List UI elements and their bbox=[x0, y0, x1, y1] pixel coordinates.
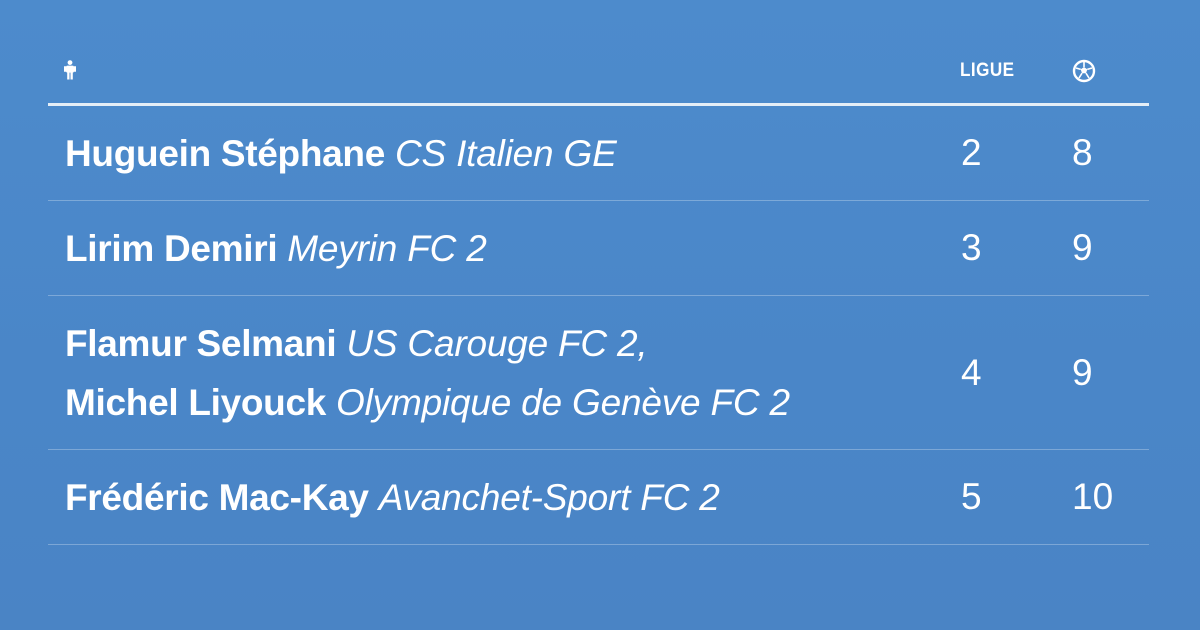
table-row: Lirim Demiri Meyrin FC 2 3 9 bbox=[48, 201, 1149, 296]
table-header: LIGUE bbox=[48, 40, 1149, 106]
players-cell: Lirim Demiri Meyrin FC 2 bbox=[65, 201, 487, 295]
player-name: Lirim Demiri bbox=[65, 227, 278, 269]
table-row: Frédéric Mac-Kay Avanchet-Sport FC 2 5 10 bbox=[48, 450, 1149, 545]
player-name: Michel Liyouck bbox=[65, 381, 327, 423]
player-club: CS Italien GE bbox=[395, 132, 617, 174]
player-name: Flamur Selmani bbox=[65, 322, 337, 364]
player-club: Avanchet-Sport FC 2 bbox=[378, 476, 720, 518]
player-line: Michel Liyouck Olympique de Genève FC 2 bbox=[65, 373, 790, 432]
goals-value: 9 bbox=[1072, 351, 1093, 393]
player-club: US Carouge FC 2, bbox=[346, 322, 648, 364]
table-row: Flamur Selmani US Carouge FC 2, Michel Li… bbox=[48, 296, 1149, 450]
ligue-value: 3 bbox=[961, 227, 982, 268]
table-row: Huguein Stéphane CS Italien GE 2 8 bbox=[48, 106, 1149, 201]
ligue-column-header: LIGUE bbox=[960, 60, 1015, 81]
scorers-table: LIGUE Huguein Stéphane CS Italien GE 2 8 … bbox=[48, 40, 1149, 545]
person-icon bbox=[64, 60, 76, 80]
players-cell: Flamur Selmani US Carouge FC 2, Michel Li… bbox=[65, 296, 790, 449]
ligue-value: 5 bbox=[961, 476, 982, 517]
player-line: Flamur Selmani US Carouge FC 2, bbox=[65, 314, 790, 373]
goals-value: 8 bbox=[1072, 132, 1093, 173]
goals-value: 9 bbox=[1072, 227, 1093, 268]
player-club: Meyrin FC 2 bbox=[287, 227, 487, 269]
player-name: Huguein Stéphane bbox=[65, 132, 385, 174]
ligue-value: 4 bbox=[961, 351, 982, 393]
players-cell: Frédéric Mac-Kay Avanchet-Sport FC 2 bbox=[65, 450, 720, 544]
player-line: Frédéric Mac-Kay Avanchet-Sport FC 2 bbox=[65, 468, 720, 527]
player-name: Frédéric Mac-Kay bbox=[65, 476, 369, 518]
player-line: Lirim Demiri Meyrin FC 2 bbox=[65, 219, 487, 278]
ligue-value: 2 bbox=[961, 132, 982, 173]
player-line: Huguein Stéphane CS Italien GE bbox=[65, 124, 617, 183]
goals-value: 10 bbox=[1072, 476, 1114, 517]
players-cell: Huguein Stéphane CS Italien GE bbox=[65, 106, 617, 200]
player-club: Olympique de Genève FC 2 bbox=[336, 381, 790, 423]
soccer-ball-icon bbox=[1072, 59, 1096, 83]
